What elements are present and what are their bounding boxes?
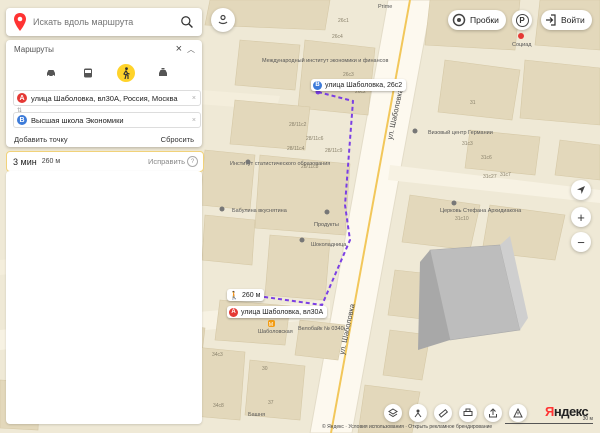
balloon-label: улица Шаболовка, 26с2 [325,81,403,89]
arrow-location-icon [577,186,585,194]
minus-icon: − [577,234,585,250]
login-button[interactable]: Войти [541,10,592,30]
share-icon[interactable] [483,404,502,422]
poi-label: Бабулина вкуснятина [232,208,288,214]
transport-mode-selector [42,64,172,82]
help-icon[interactable]: ? [187,156,198,167]
poi-label: Продукты [314,222,339,228]
route-summary[interactable]: 3 мин 260 м Исправить ? [6,151,204,172]
house-number: 31с3 [462,141,473,147]
login-label: Войти [561,15,585,25]
geolocation-button[interactable] [571,180,591,200]
car-icon[interactable] [42,64,60,82]
poi-label: Велобайк № 0340 [298,325,344,332]
house-number: 28/11с8 [301,164,319,170]
traffic-button[interactable]: Пробки [448,10,506,30]
point-a-icon: A [17,93,27,103]
balloon-label: улица Шаболовка, вл30А [241,308,324,316]
house-number: 26с4 [332,34,343,40]
search-icon[interactable] [178,15,196,29]
terms-link[interactable]: Условия использования [348,424,404,430]
login-icon [546,14,556,26]
layers-icon[interactable] [383,404,402,422]
route-from-field[interactable]: A улица Шаболовка, вл30А, Россия, Москва… [13,90,201,114]
scale-bar: 30 м [505,416,593,424]
walk-distance-balloon[interactable]: 🚶 260 м [227,289,265,301]
plus-icon: + [577,209,585,225]
add-point-button[interactable]: Добавить точку [14,135,68,144]
house-number: 30 [262,366,268,372]
walk-icon: 🚶 [229,290,239,300]
svg-text:M: M [269,322,273,328]
location-pin-icon [14,13,26,31]
poi-label: Международный институт экономики и финан… [262,57,388,64]
route-from-value: улица Шаболовка, вл30А, Россия, Москва [31,93,178,103]
walk-distance: 260 м [241,291,261,299]
house-number: 31с10 [455,216,469,222]
house-number: 31 [470,100,476,106]
point-a-balloon[interactable]: A улица Шаболовка, вл30А [227,306,328,318]
zoom-out-button[interactable]: − [571,232,591,252]
point-a-icon: A [229,307,238,317]
house-number: 26с3 [343,72,354,78]
poi-label: Церковь Стефана Архидиакона [440,208,522,214]
point-b-balloon[interactable]: B улица Шаболовка, 26с2 [311,79,407,91]
point-b-icon: B [313,80,322,90]
house-number: 28/11с4 [287,146,305,152]
poi-label: Социад [512,42,532,48]
layers-toggle-icon[interactable] [211,8,235,32]
route-distance: 260 м [41,158,61,165]
scale-label: 30 м [582,416,593,422]
search-input[interactable] [27,16,178,28]
house-number: 28/11с2 [289,122,307,128]
routes-panel: Маршруты × ︿ A улица Шаболовка, вл30А, Р… [6,40,202,147]
ruler-icon[interactable] [433,404,452,422]
poi-label: Башня [248,412,265,418]
search-bar[interactable] [6,8,202,36]
house-number: 34с8 [213,403,224,409]
house-number: 31с7 [500,172,511,178]
parking-button[interactable]: P [512,10,532,30]
copyright-line: © Яндекс · Условия использования · Откры… [322,424,493,430]
walk-icon[interactable] [116,64,135,82]
house-number: 28/11с9 [325,148,343,154]
fix-route-button[interactable]: Исправить [148,157,185,166]
taxi-icon[interactable] [154,64,172,82]
house-number: 34с3 [212,352,223,358]
house-number: 37 [268,400,274,406]
clear-icon[interactable]: × [192,95,196,102]
house-number: 26с1 [338,18,349,24]
poi-label: Визовый центр Германии [428,129,493,136]
route-details-panel [6,171,202,424]
zoom-in-button[interactable]: + [571,207,591,227]
close-icon[interactable]: × [176,43,182,55]
route-to-value: Высшая школа Экономики [31,115,124,125]
route-time: 3 мин [13,156,37,167]
panorama-icon[interactable] [408,404,427,422]
reset-button[interactable]: Сбросить [161,135,194,144]
traffic-label: Пробки [470,15,499,25]
branding-link[interactable]: Открыть рекламное брендирование [408,424,492,430]
route-to-field[interactable]: B Высшая школа Экономики × [13,112,201,128]
poi-label: Prime [378,4,392,10]
house-number: 28/11с6 [306,136,324,142]
chevron-up-icon[interactable]: ︿ [187,44,195,55]
poi-label: Шаболовская [258,329,293,335]
parking-icon: P [515,13,529,27]
clear-icon[interactable]: × [192,117,196,124]
poi-label: Шоколадница [311,242,347,248]
traffic-icon [452,13,466,27]
print-icon[interactable] [458,404,477,422]
point-b-icon: B [17,115,27,125]
copyright-text: © Яндекс [322,424,344,430]
bus-icon[interactable] [79,64,97,82]
routes-title: Маршруты [14,45,54,54]
house-number: 31с6 [481,155,492,161]
house-number: 31с27 [483,174,497,180]
